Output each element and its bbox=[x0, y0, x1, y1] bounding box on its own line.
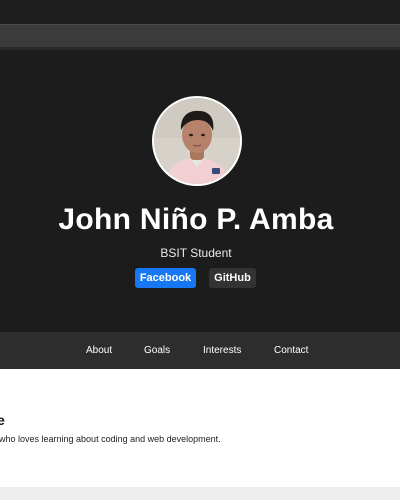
about-section: e who loves learning about coding and we… bbox=[0, 369, 400, 487]
browser-address-bar[interactable] bbox=[0, 24, 400, 48]
nav-item-interests[interactable]: Interests bbox=[203, 332, 241, 369]
main-nav: About Goals Interests Contact bbox=[0, 332, 400, 369]
profile-header: John Niño P. Amba BSIT Student Facebook … bbox=[0, 50, 400, 332]
section-text: who loves learning about coding and web … bbox=[0, 434, 221, 444]
profile-avatar bbox=[152, 96, 242, 186]
nav-item-goals[interactable]: Goals bbox=[144, 332, 170, 369]
section-heading: e bbox=[0, 412, 5, 428]
profile-role: BSIT Student bbox=[160, 246, 232, 260]
profile-name: John Niño P. Amba bbox=[58, 203, 334, 236]
portrait-photo-icon bbox=[154, 98, 240, 184]
bottom-strip bbox=[0, 487, 400, 500]
github-button[interactable]: GitHub bbox=[209, 268, 256, 288]
facebook-button[interactable]: Facebook bbox=[135, 268, 196, 288]
top-strip bbox=[0, 0, 400, 24]
nav-item-contact[interactable]: Contact bbox=[274, 332, 308, 369]
nav-item-about[interactable]: About bbox=[86, 332, 112, 369]
page: John Niño P. Amba BSIT Student Facebook … bbox=[0, 0, 400, 500]
